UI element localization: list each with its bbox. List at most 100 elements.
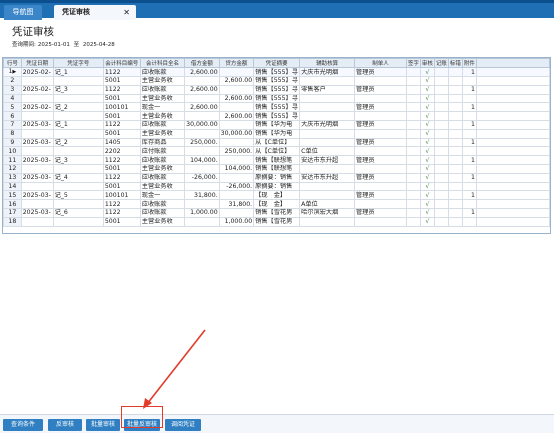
row-filler <box>475 155 550 165</box>
cell-credit <box>218 137 255 148</box>
cell-name: 主营业务收 <box>139 128 186 139</box>
column-header[interactable]: 会计科目全名 <box>139 58 186 68</box>
column-header[interactable]: 贷方金额 <box>218 58 255 68</box>
table-row[interactable]: 5 2025-02- 记_2 100101 现金一 2,600.00 销售【555】寻 管理员… <box>3 102 550 113</box>
table-row[interactable]: 18 5001 主营业务收 1,000.00 销售【雪花男 √ <box>3 216 550 227</box>
cell-attach: 1 <box>461 190 477 201</box>
table-row[interactable]: 9 2025-03- 记_2 1405 库存商品 250,000. 从【C单位】 管理员 √ 1 <box>3 137 550 148</box>
column-header[interactable]: 制单人 <box>354 58 407 68</box>
column-header[interactable]: 附件 <box>461 58 477 68</box>
page-title: 凭证审核 <box>12 26 54 38</box>
cell-credit <box>218 207 255 218</box>
cell-aux <box>299 76 356 86</box>
cell-debit: 30,000.00 <box>184 119 220 130</box>
cell-memo: 销售【华为电 <box>253 119 301 130</box>
cell-maker: 管理员 <box>354 102 407 113</box>
column-header[interactable]: 凭证摘要 <box>253 58 301 68</box>
cell-maker: 管理员 <box>354 172 407 183</box>
cell-n: 4 <box>3 93 22 104</box>
cell-n: 16 <box>3 199 22 209</box>
cell-maker <box>354 163 407 174</box>
column-header[interactable]: 记账 <box>433 58 449 68</box>
cell-name: 现金一 <box>139 102 186 113</box>
cell-code: 100101 <box>102 102 141 113</box>
table-row[interactable]: 6 5001 主营业务收 2,600.00 销售【555】寻 √ <box>3 111 550 121</box>
column-header[interactable]: 凭证日期 <box>20 58 54 68</box>
cell-audit: √ <box>419 119 435 130</box>
table-row[interactable]: 7 2025-03- 记_1 1122 应收账款 30,000.00 销售【华为电 大庆市光明… <box>3 119 550 130</box>
cell-debit <box>184 111 220 121</box>
cell-voucher: 记_4 <box>52 172 104 183</box>
cell-audit: √ <box>419 137 435 148</box>
cell-debit <box>184 128 220 139</box>
close-icon[interactable]: ✕ <box>123 5 130 20</box>
column-header[interactable]: 借方金额 <box>184 58 220 68</box>
voucher-grid[interactable]: 行号 凭证日期 凭证字号 会计科目编号 会计科目全名 借方金额 贷方金额 凭证摘要 辅助核算 制单… <box>2 57 551 234</box>
column-header[interactable]: 辅助核算 <box>299 58 356 68</box>
table-row[interactable]: 2 5001 主营业务收 2,600.00 销售【555】寻 √ <box>3 76 550 86</box>
cell-name: 应收账款 <box>139 207 186 218</box>
cell-code: 5001 <box>102 216 141 227</box>
cell-audit: √ <box>419 155 435 165</box>
cell-date: 2025-03- <box>20 119 54 130</box>
cell-code: 5001 <box>102 163 141 174</box>
cell-credit: 2,600.00 <box>218 93 255 104</box>
cell-err <box>447 146 463 157</box>
cell-aux <box>299 93 356 104</box>
table-row[interactable]: 1▶ 2025-02- 记_1 1122 应收账款 2,600.00 销售【555】寻 大庆市… <box>3 67 550 77</box>
cell-sign <box>405 190 421 201</box>
cell-date <box>20 128 54 139</box>
query-conditions-button[interactable]: 查询条件 <box>3 419 43 431</box>
cell-voucher: 记_5 <box>52 190 104 201</box>
cell-debit: 1,000.00 <box>184 207 220 218</box>
table-row[interactable]: 4 5001 主营业务收 2,600.00 销售【555】寻 √ <box>3 93 550 104</box>
cell-aux <box>299 137 356 148</box>
cell-n: 12 <box>3 163 22 174</box>
table-row[interactable]: 14 5001 主营业务收 -26,000. 原摘要：销售 √ <box>3 181 550 192</box>
cell-voucher <box>52 181 104 192</box>
bottom-toolbar: 查询条件 反审核 批量审核 批量反审核 调阅凭证 <box>0 414 554 433</box>
column-header[interactable]: 会计科目编号 <box>102 58 141 68</box>
column-header[interactable]: 凭证字号 <box>52 58 104 68</box>
table-row[interactable]: 15 2025-03- 记_5 100101 现金一 31,800. 【现 金】 管理员 √ 1 <box>3 190 550 201</box>
cell-sign <box>405 155 421 165</box>
batch-audit-button[interactable]: 批量审核 <box>86 419 120 431</box>
column-header[interactable]: 行号 <box>3 58 22 68</box>
cell-maker: 管理员 <box>354 67 407 77</box>
table-row[interactable]: 13 2025-03- 记_4 1122 应收账款 -26,000. 原摘要：销售 安达市东升… <box>3 172 550 183</box>
cell-debit: 31,800. <box>184 190 220 201</box>
cell-maker <box>354 181 407 192</box>
row-filler <box>475 128 550 139</box>
column-header[interactable]: 标错 <box>447 58 463 68</box>
unaudit-button[interactable]: 反审核 <box>48 419 82 431</box>
cell-credit: -26,000. <box>218 181 255 192</box>
column-header[interactable]: 审核 <box>419 58 435 68</box>
tab-voucher-audit[interactable]: 凭证审核 ✕ <box>54 5 136 20</box>
table-row[interactable]: 16 1122 应收账款 31,800. 【现 金】 A单位 √ <box>3 199 550 209</box>
tab-navigation[interactable]: 导航图 <box>4 5 42 20</box>
cell-sign <box>405 93 421 104</box>
cell-memo: 销售【555】寻 <box>253 67 301 77</box>
table-row[interactable]: 12 5001 主营业务收 104,000. 销售【联想笔 √ <box>3 163 550 174</box>
table-row[interactable]: 10 2202 应付账款 250,000. 从【C单位】 C单位 √ <box>3 146 550 157</box>
cell-aux: 零售客户 <box>299 84 356 95</box>
view-voucher-button[interactable]: 调阅凭证 <box>165 419 201 431</box>
cell-sign <box>405 146 421 157</box>
cell-maker <box>354 216 407 227</box>
table-row[interactable]: 11 2025-03- 记_3 1122 应收账款 104,000. 销售【联想笔 安达市东升… <box>3 155 550 165</box>
table-row[interactable]: 3 2025-02- 记_3 1122 应收账款 2,600.00 销售【555】寻 零售客户… <box>3 84 550 95</box>
cell-name: 主营业务收 <box>139 163 186 174</box>
cell-n: 2 <box>3 76 22 86</box>
cell-code: 1122 <box>102 119 141 130</box>
tab-label: 凭证审核 <box>62 8 90 16</box>
cell-err <box>447 76 463 86</box>
table-row[interactable]: 8 5001 主营业务收 30,000.00 销售【华为电 √ <box>3 128 550 139</box>
cell-voucher <box>52 76 104 86</box>
table-row[interactable]: 17 2025-03- 记_6 1122 应收账款 1,000.00 销售【雪花男 哈尔滨宏大… <box>3 207 550 218</box>
cell-maker: 管理员 <box>354 190 407 201</box>
cell-memo: 原摘要：销售 <box>253 181 301 192</box>
cell-date <box>20 93 54 104</box>
cell-post <box>433 216 449 227</box>
cell-code: 1122 <box>102 155 141 165</box>
column-header[interactable]: 签字 <box>405 58 421 68</box>
